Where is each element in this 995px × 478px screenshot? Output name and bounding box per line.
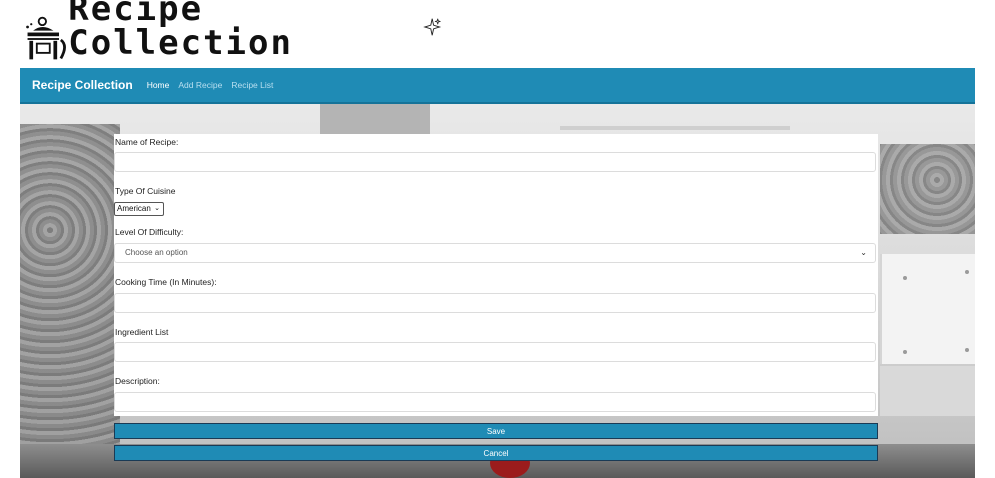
logo-title: Recipe Collection xyxy=(68,0,293,63)
chevron-down-icon: ⌄ xyxy=(860,248,867,257)
navbar-brand[interactable]: Recipe Collection xyxy=(32,78,133,92)
cuisine-select-value: American xyxy=(117,204,151,213)
ingredients-input[interactable] xyxy=(114,342,876,362)
difficulty-select-value: Choose an option xyxy=(125,248,188,257)
nav-home[interactable]: Home xyxy=(147,80,170,90)
cooking-time-input[interactable] xyxy=(114,293,876,313)
site-logo: Recipe Collection xyxy=(22,0,442,64)
description-input[interactable] xyxy=(114,392,876,412)
add-recipe-form: Name of Recipe: Type Of Cuisine American… xyxy=(114,134,878,416)
cancel-button[interactable]: Cancel xyxy=(114,445,878,461)
cuisine-label: Type Of Cuisine xyxy=(115,186,176,196)
ingredients-label: Ingredient List xyxy=(115,327,169,337)
chef-icon xyxy=(26,16,66,60)
recipe-name-label: Name of Recipe: xyxy=(115,137,179,147)
cuisine-select[interactable]: American ⌄ xyxy=(114,202,164,216)
cooking-time-label: Cooking Time (In Minutes): xyxy=(115,277,217,287)
chevron-down-icon: ⌄ xyxy=(154,205,160,212)
nav-add-recipe[interactable]: Add Recipe xyxy=(178,80,222,90)
recipe-name-input[interactable] xyxy=(114,152,876,172)
description-label: Description: xyxy=(115,376,160,386)
sparkle-icon xyxy=(422,18,441,36)
save-button[interactable]: Save xyxy=(114,423,878,439)
difficulty-label: Level Of Difficulty: xyxy=(115,227,184,237)
navbar: Recipe Collection Home Add Recipe Recipe… xyxy=(20,68,975,104)
nav-recipe-list[interactable]: Recipe List xyxy=(231,80,273,90)
difficulty-select[interactable]: Choose an option ⌄ xyxy=(114,243,876,263)
